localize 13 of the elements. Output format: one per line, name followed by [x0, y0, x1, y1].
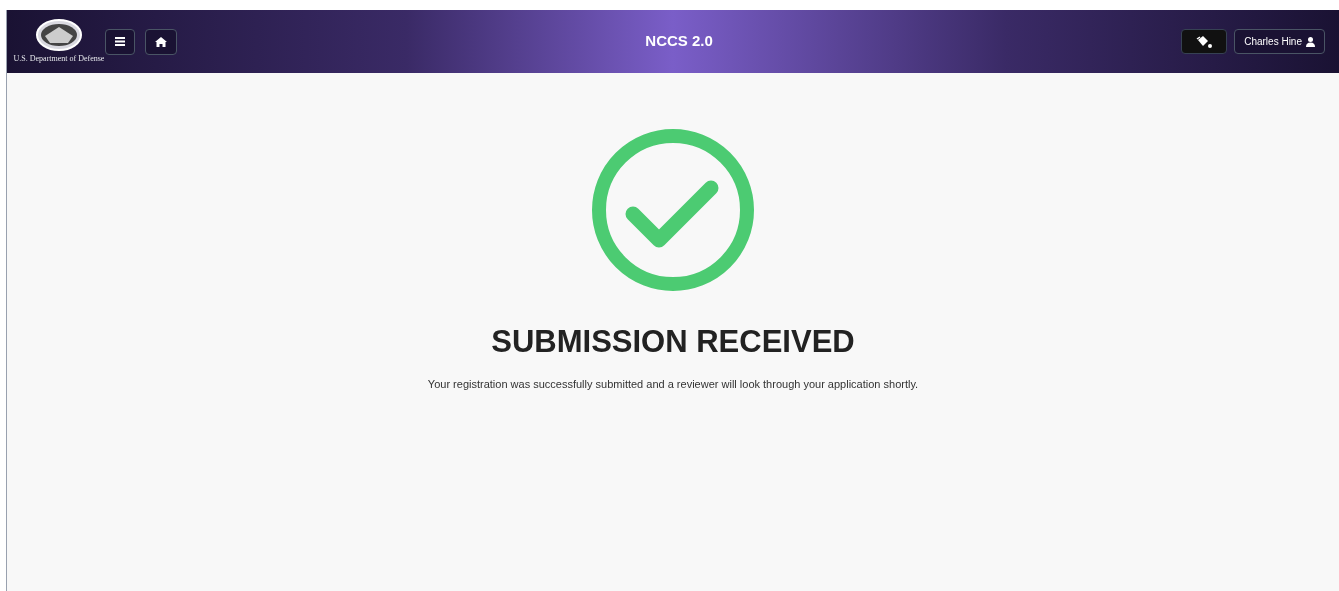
- theme-button[interactable]: [1181, 29, 1228, 54]
- menu-button[interactable]: [105, 28, 135, 55]
- message: Your registration was successfully submitted and a reviewer will look through your application shortly.: [427, 376, 919, 392]
- home-button[interactable]: [145, 28, 177, 55]
- user-icon: [1306, 36, 1315, 47]
- user-button[interactable]: Charles Hine: [1234, 29, 1325, 54]
- heading: SUBMISSION RECEIVED: [491, 323, 855, 361]
- success-check-icon: [591, 128, 755, 292]
- logo-caption: U.S. Department of Defense: [13, 53, 105, 65]
- menu-icon: [115, 37, 125, 46]
- emblem-icon: [35, 18, 83, 52]
- app-title: NCCS 2.0: [645, 31, 713, 52]
- home-icon: [155, 36, 167, 47]
